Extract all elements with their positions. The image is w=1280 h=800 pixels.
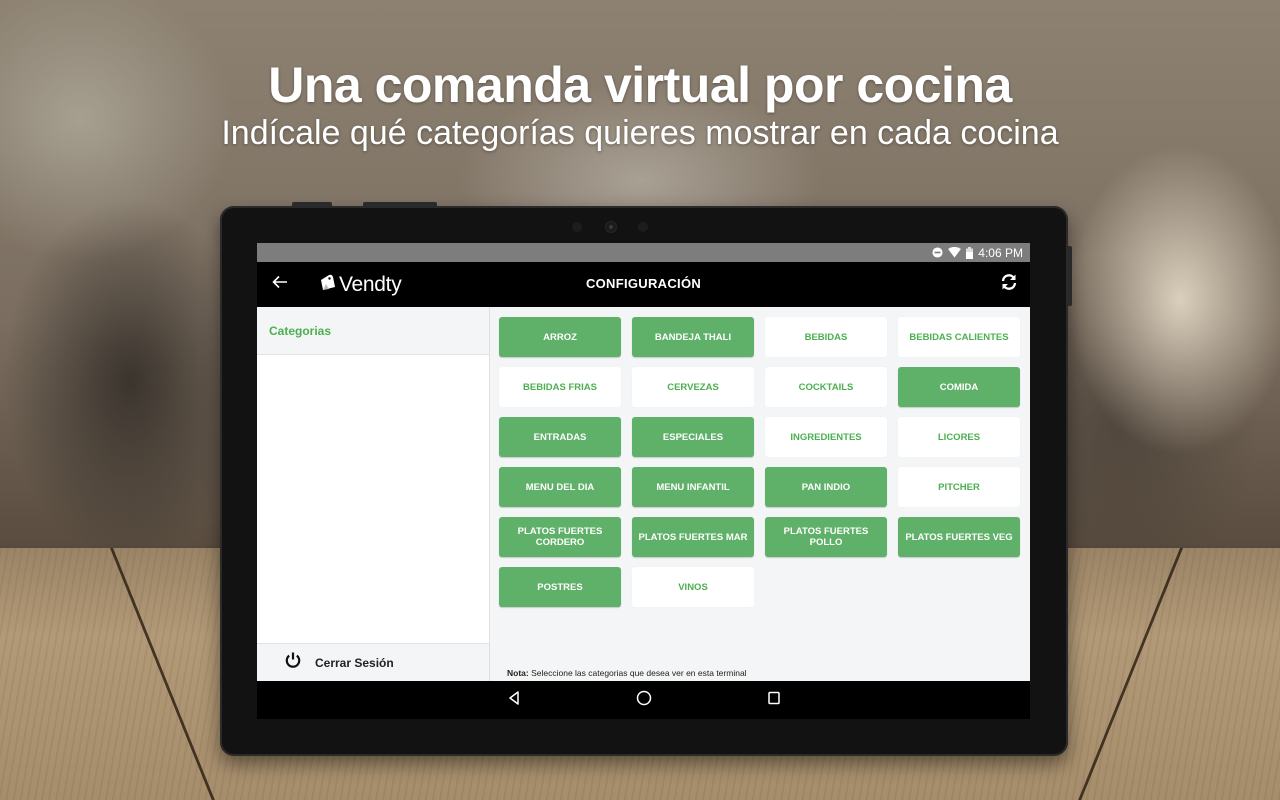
note-prefix: Nota: [507, 668, 529, 678]
category-toggle-platos-fuertes-cordero[interactable]: PLATOS FUERTES CORDERO [499, 517, 621, 557]
front-camera [606, 222, 616, 232]
nav-back-button[interactable] [504, 690, 524, 710]
category-toggle-menu-del-dia[interactable]: MENU DEL DIA [499, 467, 621, 507]
category-toggle-pan-indio[interactable]: PAN INDIO [765, 467, 887, 507]
recents-square-icon [767, 691, 781, 710]
category-toggle-entradas[interactable]: ENTRADAS [499, 417, 621, 457]
wifi-icon [948, 247, 962, 258]
android-nav-bar [257, 681, 1030, 719]
battery-icon [966, 246, 974, 259]
category-panel: ARROZ BANDEJA THALI BEBIDAS BEBIDAS CALIENT… [490, 307, 1030, 681]
content-area: Categorias Cerrar Sesión ARROZ BANDEJA TH… [257, 307, 1030, 681]
category-toggle-cervezas[interactable]: CERVEZAS [632, 367, 754, 407]
volume-hardware-button [363, 202, 437, 207]
page-title: CONFIGURACIÓN [585, 276, 702, 291]
back-triangle-icon [507, 690, 521, 711]
do-not-disturb-icon [932, 247, 943, 258]
power-icon [284, 651, 302, 674]
category-toggle-platos-fuertes-pollo[interactable]: PLATOS FUERTES POLLO [765, 517, 887, 557]
category-toggle-bebidas-calientes[interactable]: BEBIDAS CALIENTES [898, 317, 1020, 357]
category-toggle-cocktails[interactable]: COCKTAILS [765, 367, 887, 407]
category-grid: ARROZ BANDEJA THALI BEBIDAS BEBIDAS CALIENT… [499, 317, 1020, 607]
power-hardware-button [292, 202, 332, 207]
status-bar: 4:06 PM [257, 243, 1030, 262]
status-time: 4:06 PM [978, 245, 1023, 260]
category-toggle-platos-fuertes-veg[interactable]: PLATOS FUERTES VEG [898, 517, 1020, 557]
category-toggle-comida[interactable]: COMIDA [898, 367, 1020, 407]
category-toggle-ingredientes[interactable]: INGREDIENTES [765, 417, 887, 457]
tablet-device: 4:06 PM Vendty CONFIGURACIÓN Categorias … [220, 202, 1072, 756]
app-bar: Vendty CONFIGURACIÓN [257, 262, 1030, 307]
sidebar-item-categorias[interactable]: Categorias [257, 307, 489, 355]
category-toggle-menu-infantil[interactable]: MENU INFANTIL [632, 467, 754, 507]
category-toggle-bebidas-frias[interactable]: BEBIDAS FRIAS [499, 367, 621, 407]
category-toggle-licores[interactable]: LICORES [898, 417, 1020, 457]
tablet-screen: 4:06 PM Vendty CONFIGURACIÓN Categorias … [257, 243, 1030, 719]
sensor-dot [572, 222, 582, 232]
category-toggle-platos-fuertes-mar[interactable]: PLATOS FUERTES MAR [632, 517, 754, 557]
refresh-button[interactable] [998, 273, 1020, 295]
promo-subheadline: Indícale qué categorías quieres mostrar … [221, 114, 1059, 152]
sensor-dot [638, 222, 648, 232]
note-text: Seleccione las categorias que desea ver … [528, 668, 747, 678]
refresh-icon [1000, 273, 1018, 296]
category-toggle-arroz[interactable]: ARROZ [499, 317, 621, 357]
category-toggle-postres[interactable]: POSTRES [499, 567, 621, 607]
logout-label: Cerrar Sesión [315, 655, 394, 670]
category-toggle-bandeja-thali[interactable]: BANDEJA THALI [632, 317, 754, 357]
promo-headline: Una comanda virtual por cocina [268, 57, 1012, 113]
home-circle-icon [636, 690, 652, 711]
category-toggle-especiales[interactable]: ESPECIALES [632, 417, 754, 457]
nav-home-button[interactable] [634, 690, 654, 710]
logout-button[interactable]: Cerrar Sesión [257, 643, 489, 681]
category-toggle-pitcher[interactable]: PITCHER [898, 467, 1020, 507]
sidebar: Categorias Cerrar Sesión [257, 307, 490, 681]
category-toggle-vinos[interactable]: VINOS [632, 567, 754, 607]
side-hardware-button [1067, 246, 1072, 306]
selection-note: Nota: Seleccione las categorias que dese… [507, 668, 747, 678]
category-toggle-bebidas[interactable]: BEBIDAS [765, 317, 887, 357]
nav-recents-button[interactable] [764, 690, 784, 710]
